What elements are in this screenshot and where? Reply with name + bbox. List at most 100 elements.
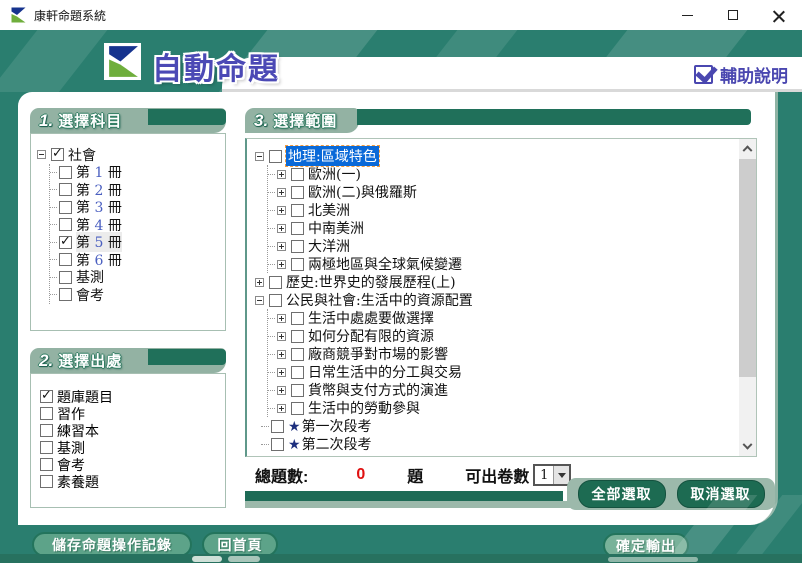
tree-item[interactable]: 北美洲 [268, 201, 756, 219]
checkbox[interactable] [40, 458, 53, 471]
checkbox[interactable] [40, 424, 53, 437]
tree-item-society[interactable]: 社會 [37, 146, 225, 164]
checkbox[interactable] [269, 150, 282, 163]
tree-item[interactable]: 大洋洲 [268, 237, 756, 255]
checkbox[interactable] [59, 271, 72, 284]
checkbox[interactable] [291, 222, 304, 235]
maximize-button[interactable] [710, 0, 756, 30]
dropdown-arrow-icon[interactable] [553, 466, 569, 484]
scrollbar-up-button[interactable] [739, 139, 756, 156]
tree-item[interactable]: 歐洲(二)與俄羅斯 [268, 183, 756, 201]
tree-item-history[interactable]: 歷史:世界史的發展歷程(上) [255, 273, 756, 291]
tree-item[interactable]: 如何分配有限的資源 [268, 327, 756, 345]
tree-item-label: 大洋洲 [308, 236, 350, 256]
tree-item-exam1[interactable]: ★第一次段考 [255, 417, 756, 435]
checkbox[interactable] [291, 348, 304, 361]
tree-item-vol4[interactable]: 第 4 冊 [50, 216, 225, 234]
checkbox[interactable] [291, 258, 304, 271]
checkbox[interactable] [291, 186, 304, 199]
checkbox[interactable] [40, 475, 53, 488]
tree-item[interactable]: 日常生活中的分工與交易 [268, 363, 756, 381]
checkbox[interactable] [59, 253, 72, 266]
tree-item-vol3[interactable]: 第 3 冊 [50, 199, 225, 217]
source-list: 題庫題目 習作 練習本 基測 會考 素養題 [30, 373, 226, 508]
minimize-button[interactable] [664, 0, 710, 30]
tree-item[interactable]: 兩極地區與全球氣候變遷 [268, 255, 756, 273]
banner-bar [357, 109, 751, 125]
papers-combobox[interactable]: 1 [533, 464, 571, 486]
tree-item-vol5[interactable]: 第 5 冊 [50, 234, 225, 252]
expander-plus-icon[interactable] [277, 188, 286, 197]
expander-minus-icon[interactable] [37, 150, 46, 159]
checkbox[interactable] [59, 183, 72, 196]
scrollbar-thumb[interactable] [739, 159, 756, 377]
tree-item[interactable]: 廠商競爭對市場的影響 [268, 345, 756, 363]
tree-item-label: 如何分配有限的資源 [308, 326, 434, 346]
tree-item[interactable]: 貨幣與支付方式的演進 [268, 381, 756, 399]
tree-item[interactable]: 生活中處處要做選擇 [268, 309, 756, 327]
checkbox[interactable] [291, 204, 304, 217]
source-item[interactable]: 基測 [40, 439, 225, 456]
checkbox[interactable] [40, 441, 53, 454]
scrollbar-down-button[interactable] [739, 439, 756, 456]
checkbox[interactable] [291, 168, 304, 181]
expander-plus-icon[interactable] [277, 404, 286, 413]
tree-item-geography[interactable]: 地理:區域特色 [255, 147, 756, 165]
checkbox[interactable] [291, 240, 304, 253]
checkbox[interactable] [59, 218, 72, 231]
source-item[interactable]: 素養題 [40, 473, 225, 490]
expander-plus-icon[interactable] [277, 332, 286, 341]
source-item[interactable]: 會考 [40, 456, 225, 473]
bottom-decor-blob [192, 556, 222, 562]
expander-plus-icon[interactable] [277, 368, 286, 377]
checkbox[interactable] [40, 407, 53, 420]
source-item[interactable]: 練習本 [40, 422, 225, 439]
checkbox[interactable] [59, 201, 72, 214]
help-button[interactable]: 輔助說明 [694, 62, 788, 87]
expander-plus-icon[interactable] [277, 242, 286, 251]
tree-item[interactable]: 中南美洲 [268, 219, 756, 237]
checkbox[interactable] [269, 276, 282, 289]
checkbox[interactable] [40, 390, 53, 403]
expander-plus-icon[interactable] [277, 170, 286, 179]
expander-plus-icon[interactable] [255, 278, 264, 287]
checkbox[interactable] [291, 366, 304, 379]
checkbox[interactable] [291, 312, 304, 325]
expander-minus-icon[interactable] [255, 296, 264, 305]
tree-item-label: ★第二次段考 [288, 434, 372, 454]
tree-item-vol2[interactable]: 第 2 冊 [50, 181, 225, 199]
tree-item-label: 貨幣與支付方式的演進 [308, 380, 448, 400]
checkbox[interactable] [291, 384, 304, 397]
expander-plus-icon[interactable] [277, 350, 286, 359]
checkbox[interactable] [59, 288, 72, 301]
panel-title: 選擇出處 [58, 350, 122, 371]
checkbox[interactable] [271, 420, 284, 433]
expander-plus-icon[interactable] [277, 206, 286, 215]
source-item[interactable]: 習作 [40, 405, 225, 422]
tree-item-exam2[interactable]: ★第二次段考 [255, 435, 756, 453]
tree-item-huikao[interactable]: 會考 [50, 286, 225, 304]
tree-item-jice[interactable]: 基測 [50, 269, 225, 287]
checkbox[interactable] [269, 294, 282, 307]
checkbox[interactable] [59, 236, 72, 249]
tree-item-vol6[interactable]: 第 6 冊 [50, 251, 225, 269]
close-button[interactable] [756, 0, 802, 30]
vertical-scrollbar[interactable] [739, 139, 756, 456]
tree-item[interactable]: 歐洲(一) [268, 165, 756, 183]
checkbox[interactable] [59, 166, 72, 179]
expander-minus-icon[interactable] [255, 152, 264, 161]
expander-plus-icon[interactable] [277, 386, 286, 395]
tree-item[interactable]: 生活中的勞動參與 [268, 399, 756, 417]
checkbox[interactable] [271, 438, 284, 451]
source-item[interactable]: 題庫題目 [40, 388, 225, 405]
checkbox[interactable] [291, 330, 304, 343]
tree-item-civics[interactable]: 公民與社會:生活中的資源配置 [255, 291, 756, 309]
expander-plus-icon[interactable] [277, 314, 286, 323]
checkbox[interactable] [291, 402, 304, 415]
tree-item-vol1[interactable]: 第 1 冊 [50, 164, 225, 182]
totals-row: 總題數: 0 題 可出卷數 1 [255, 460, 571, 490]
checkbox[interactable] [51, 148, 64, 161]
expander-plus-icon[interactable] [277, 260, 286, 269]
expander-plus-icon[interactable] [277, 224, 286, 233]
select-all-button[interactable]: 全部選取 [578, 480, 666, 508]
